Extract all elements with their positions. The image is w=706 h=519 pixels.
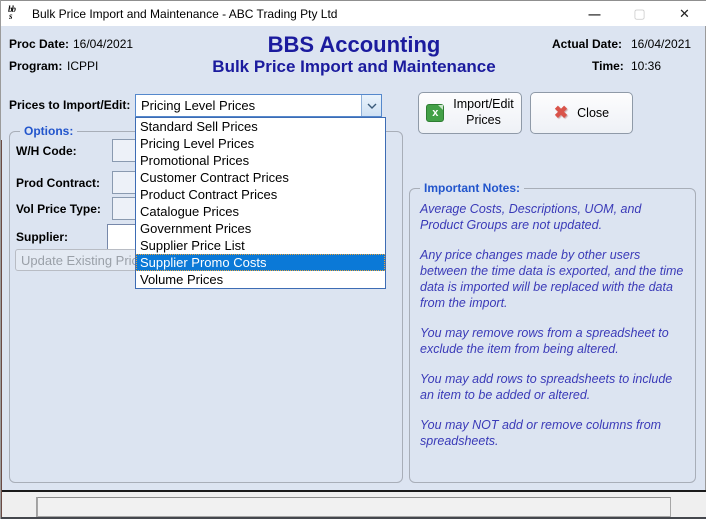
dropdown-option-selected[interactable]: Supplier Promo Costs xyxy=(136,254,385,271)
app-window: bbs Bulk Price Import and Maintenance - … xyxy=(0,0,706,519)
time-label: Time: xyxy=(592,59,624,73)
time-value: 10:36 xyxy=(631,59,661,73)
combobox-dropdown-button[interactable] xyxy=(361,95,381,116)
minimize-button[interactable]: — xyxy=(572,1,617,27)
dropdown-option[interactable]: Catalogue Prices xyxy=(136,203,385,220)
note-paragraph: You may remove rows from a spreadsheet t… xyxy=(420,325,684,357)
dropdown-option[interactable]: Volume Prices xyxy=(136,271,385,288)
status-bar-panel xyxy=(37,497,671,517)
combobox-value: Pricing Level Prices xyxy=(136,98,361,113)
dropdown-option[interactable]: Product Contract Prices xyxy=(136,186,385,203)
prices-dropdown-list: Standard Sell Prices Pricing Level Price… xyxy=(135,117,386,289)
dropdown-option[interactable]: Supplier Price List xyxy=(136,237,385,254)
dropdown-option[interactable]: Pricing Level Prices xyxy=(136,135,385,152)
important-notes-panel: Important Notes: Average Costs, Descript… xyxy=(409,188,696,483)
wh-code-label: W/H Code: xyxy=(16,144,77,158)
window-title: Bulk Price Import and Maintenance - ABC … xyxy=(32,7,337,21)
close-button[interactable]: ✖ Close xyxy=(530,92,633,134)
note-paragraph: Any price changes made by other users be… xyxy=(420,247,684,311)
dropdown-option[interactable]: Standard Sell Prices xyxy=(136,118,385,135)
status-bar-left-cell xyxy=(1,497,37,517)
actual-date-label: Actual Date: xyxy=(552,37,622,51)
import-edit-prices-button[interactable]: x Import/Edit Prices xyxy=(418,92,522,134)
import-button-label-line2: Prices xyxy=(466,113,501,127)
options-panel-title: Options: xyxy=(20,124,77,138)
excel-spreadsheet-icon: x xyxy=(426,104,444,122)
status-bar xyxy=(1,490,706,517)
prices-to-import-combobox[interactable]: Pricing Level Prices xyxy=(135,94,382,117)
note-paragraph: You may NOT add or remove columns from s… xyxy=(420,417,684,449)
vol-price-type-label: Vol Price Type: xyxy=(16,202,101,216)
note-paragraph: Average Costs, Descriptions, UOM, and Pr… xyxy=(420,201,684,233)
chevron-down-icon xyxy=(367,103,377,109)
dropdown-option[interactable]: Promotional Prices xyxy=(136,152,385,169)
titlebar: bbs Bulk Price Import and Maintenance - … xyxy=(1,0,706,26)
prices-to-import-label: Prices to Import/Edit: xyxy=(9,98,130,112)
red-x-icon: ✖ xyxy=(554,103,568,123)
actual-date-value: 16/04/2021 xyxy=(631,37,691,51)
dropdown-option[interactable]: Government Prices xyxy=(136,220,385,237)
prod-contract-label: Prod Contract: xyxy=(16,176,100,190)
close-window-button[interactable]: ✕ xyxy=(662,1,706,27)
maximize-button: ▢ xyxy=(617,1,662,27)
important-notes-title: Important Notes: xyxy=(420,181,524,195)
app-logo-icon: bbs xyxy=(8,6,25,22)
note-paragraph: You may add rows to spreadsheets to incl… xyxy=(420,371,684,403)
dropdown-option[interactable]: Customer Contract Prices xyxy=(136,169,385,186)
close-button-label: Close xyxy=(577,106,609,120)
desktop-edge-artifact xyxy=(1,140,2,517)
import-button-label-line1: Import/Edit xyxy=(453,97,513,111)
supplier-label: Supplier: xyxy=(16,230,68,244)
